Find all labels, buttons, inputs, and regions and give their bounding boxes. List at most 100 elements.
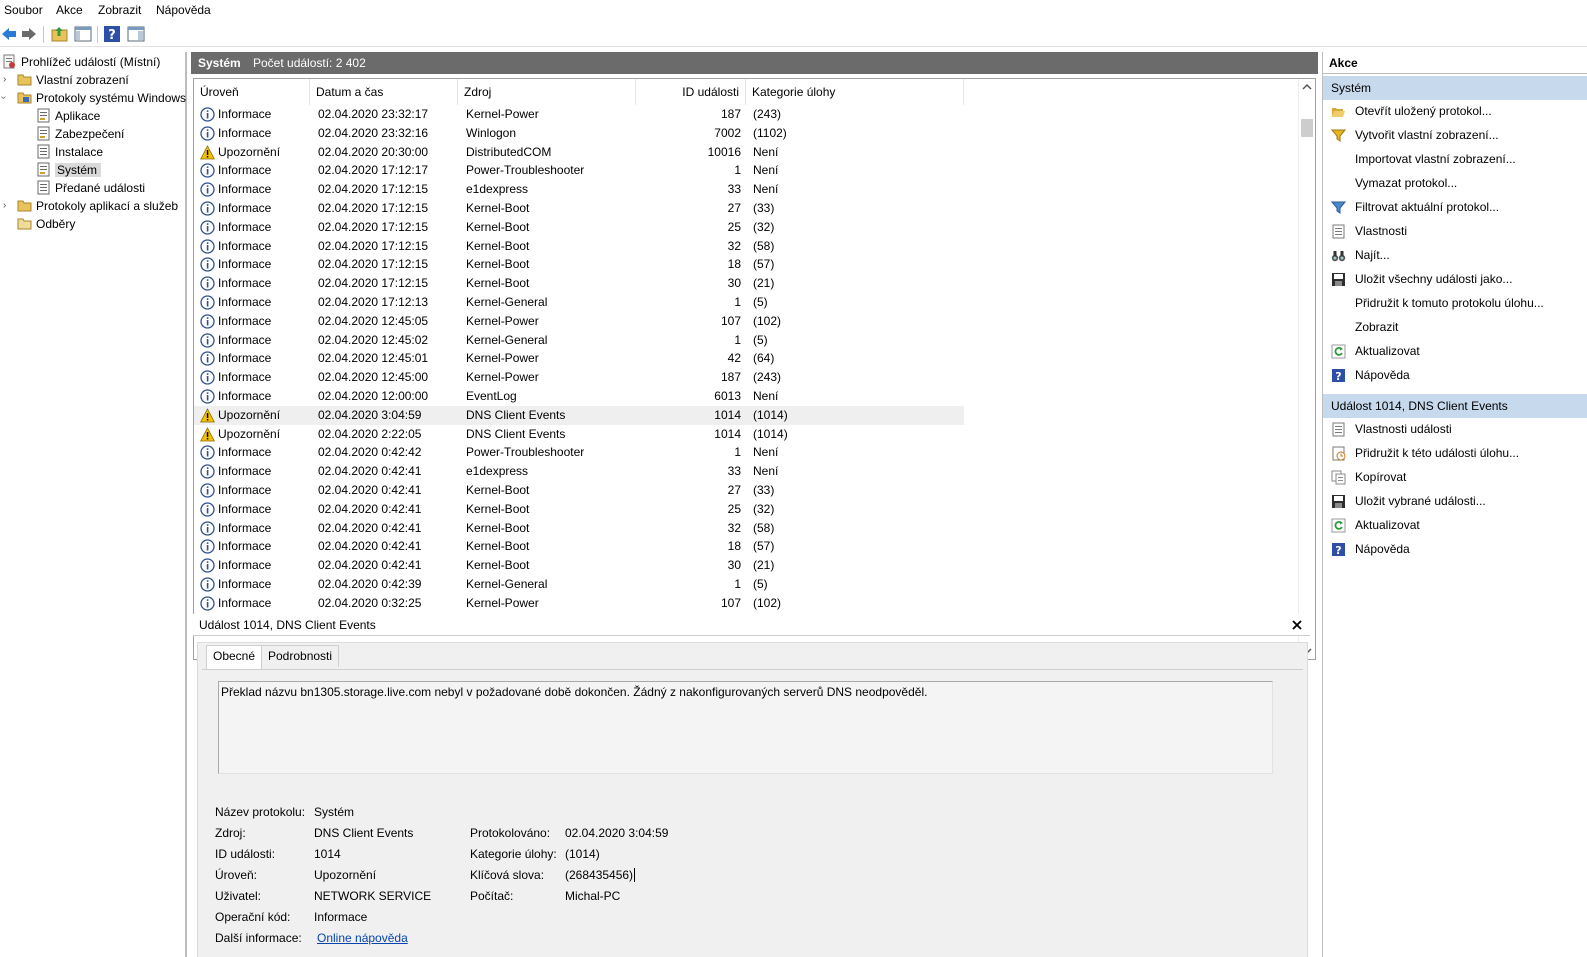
tab-details[interactable]: Podrobnosti (261, 645, 340, 667)
action-item[interactable]: ? Nápověda (1323, 364, 1587, 387)
column-source[interactable]: Zdroj (458, 79, 636, 105)
tree-item-system[interactable]: Systém (36, 161, 102, 179)
cell-datetime: 02.04.2020 17:12:15 (318, 238, 429, 253)
event-row[interactable]: Informace 02.04.2020 17:12:15 Kernel-Boot 3… (194, 237, 964, 256)
info-icon (200, 351, 215, 367)
action-item[interactable]: Zobrazit (1323, 316, 1587, 339)
vertical-scrollbar[interactable] (1298, 79, 1315, 659)
forward-arrow-icon[interactable] (20, 25, 38, 43)
close-icon[interactable] (1292, 620, 1302, 630)
menu-zobrazit[interactable]: Zobrazit (98, 3, 141, 17)
action-item[interactable]: Otevřít uložený protokol... (1323, 100, 1587, 123)
tab-general[interactable]: Obecné (206, 645, 263, 669)
action-item[interactable]: ? Nápověda (1323, 538, 1587, 561)
event-row[interactable]: Informace 02.04.2020 0:42:41 Kernel-Boot 25… (194, 500, 964, 519)
event-row[interactable]: Informace 02.04.2020 0:42:41 Kernel-Boot 30… (194, 556, 964, 575)
cell-category: (5) (753, 295, 768, 309)
event-row[interactable]: Informace 02.04.2020 12:45:02 Kernel-Gener… (194, 331, 964, 350)
online-help-link[interactable]: Online nápověda (317, 931, 408, 945)
action-item[interactable]: Aktualizovat (1323, 340, 1587, 363)
column-datetime[interactable]: Datum a čas (310, 79, 458, 105)
event-row[interactable]: Informace 02.04.2020 17:12:15 Kernel-Boot 1… (194, 255, 964, 274)
column-category[interactable]: Kategorie úlohy (746, 79, 964, 105)
value-keywords[interactable]: (268435456) (565, 868, 636, 882)
menu-akce[interactable]: Akce (56, 3, 83, 17)
action-item[interactable]: Vymazat protokol... (1323, 172, 1587, 195)
tree-item-custom-views[interactable]: Vlastní zobrazení (17, 71, 129, 89)
action-item[interactable]: Kopírovat (1323, 466, 1587, 489)
event-row[interactable]: Informace 02.04.2020 0:32:25 Kernel-Power 1… (194, 594, 964, 613)
toolbar-separator (43, 26, 44, 43)
chevron-right-icon[interactable]: › (3, 74, 6, 85)
action-item[interactable]: Přidružit k tomuto protokolu úlohu... (1323, 292, 1587, 315)
actions-section-system[interactable]: Systém (1323, 76, 1587, 100)
cell-event-id: 1 (734, 163, 741, 178)
action-item[interactable]: Filtrovat aktuální protokol... (1323, 196, 1587, 219)
event-message[interactable]: Překlad názvu bn1305.storage.live.com ne… (218, 681, 1273, 774)
menu-soubor[interactable]: Soubor (4, 3, 43, 17)
scroll-thumb[interactable] (1301, 119, 1313, 137)
column-level[interactable]: Úroveň (194, 79, 310, 105)
action-item[interactable]: Uložit vybrané události... (1323, 490, 1587, 513)
chevron-right-icon[interactable]: › (3, 200, 6, 211)
action-item[interactable]: Vlastnosti události (1323, 418, 1587, 441)
event-list[interactable]: Úroveň Datum a čas Zdroj ID události Kat… (193, 78, 1316, 660)
menu-napoveda[interactable]: Nápověda (156, 3, 211, 17)
event-row[interactable]: Informace 02.04.2020 0:42:39 Kernel-Genera… (194, 575, 964, 594)
show-hide-tree-icon[interactable] (74, 25, 92, 43)
event-row[interactable]: Informace 02.04.2020 0:42:41 Kernel-Boot 18… (194, 537, 964, 556)
show-hide-action-pane-icon[interactable] (127, 25, 145, 43)
event-row[interactable]: Informace 02.04.2020 17:12:15 Kernel-Boot 2… (194, 199, 964, 218)
action-item[interactable]: Aktualizovat (1323, 514, 1587, 537)
action-item[interactable]: Uložit všechny události jako... (1323, 268, 1587, 291)
event-row[interactable]: Informace 02.04.2020 12:45:00 Kernel-Power… (194, 368, 964, 387)
cell-level: Informace (218, 332, 272, 347)
action-item[interactable]: Importovat vlastní zobrazení... (1323, 148, 1587, 171)
cell-source: Kernel-Boot (466, 201, 530, 215)
actions-section-event[interactable]: Událost 1014, DNS Client Events (1323, 394, 1587, 418)
tree-item-root[interactable]: Prohlížeč událostí (Místní) (2, 53, 160, 71)
cell-category: (5) (753, 577, 768, 591)
event-row[interactable]: Informace 02.04.2020 12:45:05 Kernel-Power… (194, 312, 964, 331)
event-row[interactable]: Informace 02.04.2020 12:00:00 EventLog 6013… (194, 387, 964, 406)
event-row[interactable]: Informace 02.04.2020 0:42:41 e1dexpress 33 N… (194, 462, 964, 481)
tree-item-app-service-logs[interactable]: Protokoly aplikací a služeb (17, 197, 178, 215)
tree-item-security[interactable]: Zabezpečení (36, 125, 124, 143)
action-label: Najít... (1355, 248, 1390, 262)
action-item[interactable]: Vytvořit vlastní zobrazení... (1323, 124, 1587, 147)
action-item[interactable]: Najít... (1323, 244, 1587, 267)
up-folder-icon[interactable] (51, 25, 69, 43)
tree-item-subscriptions[interactable]: Odběry (17, 215, 75, 233)
event-row[interactable]: Upozornění 02.04.2020 20:30:00 Distributed… (194, 143, 964, 162)
event-row[interactable]: Informace 02.04.2020 23:32:17 Kernel-Power… (194, 105, 964, 124)
event-row[interactable]: Informace 02.04.2020 12:45:01 Kernel-Power… (194, 349, 964, 368)
cell-datetime: 02.04.2020 12:45:05 (318, 313, 429, 328)
event-row[interactable]: Upozornění 02.04.2020 3:04:59 DNS Client E… (194, 405, 964, 425)
event-row[interactable]: Informace 02.04.2020 17:12:15 e1dexpress 33… (194, 180, 964, 199)
scroll-up-arrow-icon[interactable] (1302, 82, 1312, 92)
event-row[interactable]: Informace 02.04.2020 0:42:41 Kernel-Boot 27… (194, 481, 964, 500)
back-arrow-icon[interactable] (0, 25, 18, 43)
help-icon[interactable]: ? (103, 25, 121, 43)
event-row[interactable]: Informace 02.04.2020 0:42:41 Kernel-Boot 32… (194, 519, 964, 538)
action-label: Přidružit k tomuto protokolu úlohu... (1355, 296, 1544, 310)
event-row[interactable]: Informace 02.04.2020 17:12:17 Power-Troubl… (194, 161, 964, 180)
column-event-id[interactable]: ID události (636, 79, 746, 105)
event-row[interactable]: Upozornění 02.04.2020 2:22:05 DNS Client E… (194, 425, 964, 444)
action-item[interactable]: Vlastnosti (1323, 220, 1587, 243)
tree-item-forwarded[interactable]: Předané události (36, 179, 145, 197)
tree-item-setup[interactable]: Instalace (36, 143, 103, 161)
tree-item-windows-logs[interactable]: Protokoly systému Windows (17, 89, 186, 107)
event-row[interactable]: Informace 02.04.2020 17:12:15 Kernel-Boot 3… (194, 274, 964, 293)
cell-event-id: 25 (727, 219, 741, 234)
cell-level: Informace (218, 483, 272, 497)
action-item[interactable]: Přidružit k této události úlohu... (1323, 442, 1587, 465)
event-row[interactable]: Informace 02.04.2020 17:12:15 Kernel-Boot 2… (194, 218, 964, 237)
event-row[interactable]: Informace 02.04.2020 0:42:42 Power-Trouble… (194, 443, 964, 462)
event-row[interactable]: Informace 02.04.2020 23:32:16 Winlogon 7002… (194, 124, 964, 143)
tree-item-application[interactable]: Aplikace (36, 107, 100, 125)
cell-event-id: 7002 (714, 125, 741, 140)
chevron-down-icon[interactable]: › (0, 96, 9, 99)
event-row[interactable]: Informace 02.04.2020 17:12:13 Kernel-Gener… (194, 293, 964, 312)
cell-event-id: 1 (734, 332, 741, 347)
